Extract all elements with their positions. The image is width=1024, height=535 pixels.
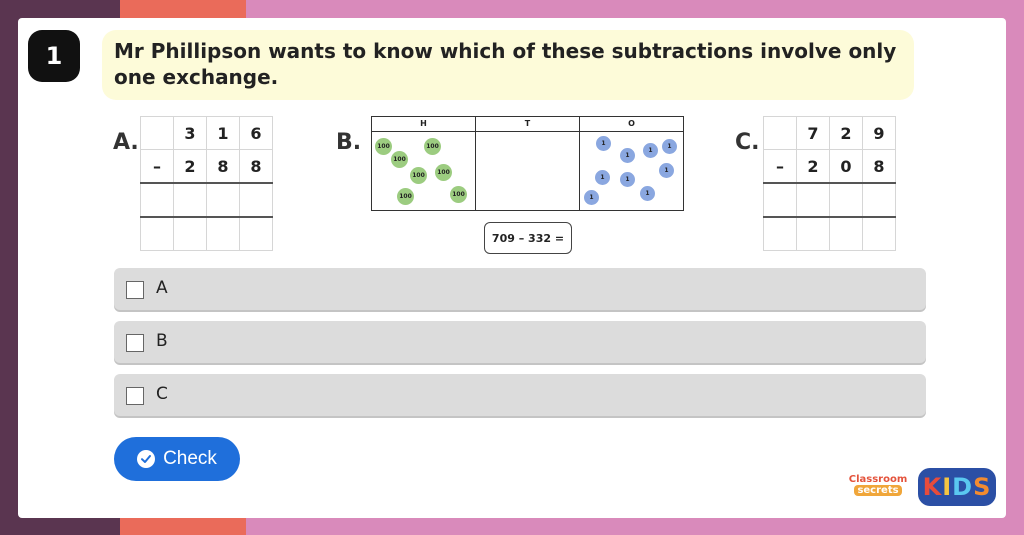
choice-a[interactable]: A: [114, 268, 926, 310]
grid-cell: 6: [239, 116, 273, 150]
grid-cell: [140, 216, 174, 251]
grid-cell: 2: [173, 149, 207, 184]
grid-cell: 3: [173, 116, 207, 150]
check-circle-icon: [137, 450, 156, 468]
option-c-label: C.: [735, 130, 760, 155]
grid-cell: [796, 216, 830, 251]
one-counter: 1: [595, 170, 610, 185]
grid-cell: [763, 116, 797, 150]
one-counter: 1: [620, 148, 635, 163]
hundred-counter: 100: [397, 188, 414, 205]
tens-column: T: [476, 117, 580, 210]
question-number: 1: [28, 30, 80, 82]
grid-cell: –: [763, 149, 797, 184]
kids-logo-letter: K: [922, 473, 943, 501]
grid-cell: [796, 182, 830, 218]
grid-cell: 9: [862, 116, 896, 150]
grid-cell: [763, 182, 797, 218]
check-button-label: Check: [163, 448, 217, 469]
column-header-o: O: [580, 117, 683, 132]
one-counter: 1: [596, 136, 611, 151]
equation-box: 709 – 332 =: [484, 222, 572, 254]
grid-cell: [829, 182, 863, 218]
grid-cell: [862, 182, 896, 218]
classroom-secrets-logo: Classroom secrets: [840, 474, 916, 496]
grid-cell: 0: [829, 149, 863, 184]
kids-logo-letter: S: [973, 473, 992, 501]
grid-cell: [140, 182, 174, 218]
grid-cell: [829, 216, 863, 251]
kids-logo-letter: D: [952, 473, 974, 501]
grid-cell: –: [140, 149, 174, 184]
grid-cell: [239, 216, 273, 251]
hundred-counter: 100: [424, 138, 441, 155]
hundred-counter: 100: [375, 138, 392, 155]
hundred-counter: 100: [450, 186, 467, 203]
hundred-counter: 100: [435, 164, 452, 181]
hundred-counter: 100: [391, 151, 408, 168]
choice-label: B: [156, 331, 168, 351]
one-counter: 1: [659, 163, 674, 178]
hundred-counter: 100: [410, 167, 427, 184]
column-header-t: T: [476, 117, 579, 132]
place-value-chart: H 100 100 100 100 100 100 100 T O 1 1 1 …: [371, 116, 684, 211]
choice-label: A: [156, 278, 168, 298]
one-counter: 1: [620, 172, 635, 187]
choice-b[interactable]: B: [114, 321, 926, 363]
grid-cell: [173, 182, 207, 218]
option-b-label: B.: [336, 130, 362, 155]
ones-column: O 1 1 1 1 1 1 1 1 1: [580, 117, 683, 210]
choice-c[interactable]: C: [114, 374, 926, 416]
one-counter: 1: [640, 186, 655, 201]
grid-cell: 2: [796, 149, 830, 184]
choice-label: C: [156, 384, 168, 404]
grid-cell: 7: [796, 116, 830, 150]
kids-logo-letter: I: [942, 473, 953, 501]
option-c-grid: 7 2 9 – 2 0 8: [763, 116, 896, 251]
option-a-grid: 3 1 6 – 2 8 8: [140, 116, 273, 251]
one-counter: 1: [584, 190, 599, 205]
check-button[interactable]: Check: [114, 437, 240, 481]
grid-cell: 8: [206, 149, 240, 184]
grid-cell: [239, 182, 273, 218]
grid-cell: [862, 216, 896, 251]
kids-logo: K I D S: [918, 468, 996, 506]
question-text: Mr Phillipson wants to know which of the…: [114, 39, 897, 89]
column-header-h: H: [372, 117, 475, 132]
checkbox[interactable]: [126, 281, 144, 299]
grid-cell: [763, 216, 797, 251]
grid-cell: [173, 216, 207, 251]
checkbox[interactable]: [126, 387, 144, 405]
checkbox[interactable]: [126, 334, 144, 352]
grid-cell: 1: [206, 116, 240, 150]
one-counter: 1: [643, 143, 658, 158]
grid-cell: [206, 182, 240, 218]
one-counter: 1: [662, 139, 677, 154]
option-a-label: A.: [113, 130, 139, 155]
grid-cell: 8: [862, 149, 896, 184]
hundreds-column: H 100 100 100 100 100 100 100: [372, 117, 476, 210]
grid-cell: [206, 216, 240, 251]
grid-cell: 8: [239, 149, 273, 184]
logo-classroom-text: Classroom: [848, 474, 908, 485]
grid-cell: [140, 116, 174, 150]
logo-secrets-text: secrets: [854, 485, 902, 496]
grid-cell: 2: [829, 116, 863, 150]
